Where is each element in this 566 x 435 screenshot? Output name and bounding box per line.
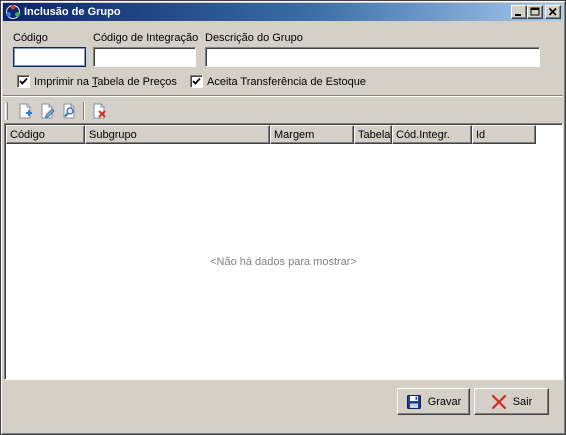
imprimir-tabela-checkbox[interactable]: Imprimir na Tabela de Preços	[17, 75, 177, 88]
window-title: Inclusão de Grupo	[24, 6, 121, 18]
window-controls	[511, 5, 561, 19]
minimize-icon	[515, 14, 521, 16]
column-header-subgrupo[interactable]: Subgrupo	[85, 125, 270, 144]
search-row-icon	[63, 103, 75, 119]
form-separator	[3, 95, 563, 97]
descricao-input[interactable]	[205, 47, 540, 67]
minimize-button[interactable]	[511, 5, 527, 19]
maximize-icon	[530, 7, 540, 16]
aceita-label: Aceita Transferência de Estoque	[207, 75, 366, 88]
imprimir-checkbox-box[interactable]	[17, 75, 30, 88]
grid-empty-message: <Não há dados para mostrar>	[210, 256, 357, 268]
exit-button[interactable]: Sair	[474, 388, 549, 415]
close-button[interactable]	[545, 5, 561, 19]
close-icon	[548, 7, 557, 16]
column-header-id[interactable]: Id	[472, 125, 536, 144]
grid-toolbar	[5, 100, 110, 122]
subgroup-grid[interactable]: Código Subgrupo Margem Tabela Cód.Integr…	[4, 123, 563, 380]
imprimir-label: Imprimir na Tabela de Preços	[34, 75, 177, 88]
delete-row-icon	[93, 103, 106, 119]
search-row-button[interactable]	[58, 101, 80, 121]
edit-row-icon	[41, 103, 55, 119]
edit-row-button[interactable]	[36, 101, 58, 121]
save-button[interactable]: Gravar	[397, 388, 470, 415]
title-bar[interactable]: Inclusão de Grupo	[3, 3, 563, 21]
column-header-tabela[interactable]: Tabela	[354, 125, 392, 144]
window: Inclusão de Grupo Código Código de Integ…	[0, 0, 566, 435]
add-row-button[interactable]	[14, 101, 36, 121]
maximize-button[interactable]	[527, 5, 543, 19]
column-header-codigo[interactable]: Código	[6, 125, 85, 144]
save-button-label: Gravar	[427, 395, 462, 408]
floppy-disk-icon	[406, 394, 421, 409]
codigo-integracao-label: Código de Integração	[93, 32, 199, 44]
toolbar-grip[interactable]	[5, 102, 8, 120]
column-header-margem[interactable]: Margem	[270, 125, 354, 144]
add-row-icon	[19, 103, 32, 119]
delete-row-button[interactable]	[88, 101, 110, 121]
exit-button-label: Sair	[512, 395, 533, 408]
codigo-input[interactable]	[13, 47, 86, 67]
aceita-checkbox-box[interactable]	[190, 75, 203, 88]
toolbar-separator	[83, 102, 85, 120]
grid-header: Código Subgrupo Margem Tabela Cód.Integr…	[6, 125, 536, 144]
checkmark-icon	[192, 77, 201, 85]
descricao-label: Descrição do Grupo	[205, 32, 303, 44]
codigo-integracao-input[interactable]	[93, 47, 196, 67]
app-logo-icon	[5, 4, 21, 20]
close-x-icon	[491, 394, 506, 409]
column-header-cod-integr[interactable]: Cód.Integr.	[392, 125, 472, 144]
codigo-label: Código	[13, 32, 48, 44]
checkmark-icon	[19, 77, 28, 85]
aceita-transferencia-checkbox[interactable]: Aceita Transferência de Estoque	[190, 75, 366, 88]
